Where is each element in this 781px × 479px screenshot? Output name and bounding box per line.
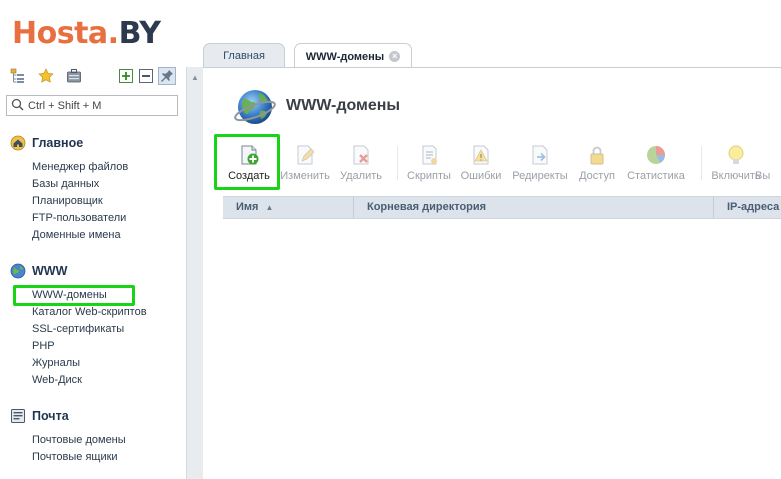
tab-main[interactable]: Главная bbox=[203, 43, 285, 68]
errors-button[interactable]: Ошибки bbox=[449, 140, 513, 182]
tab-www-domains[interactable]: WWW-домены × bbox=[294, 43, 412, 69]
edit-icon bbox=[294, 144, 316, 166]
sidebar-toolbar bbox=[8, 66, 178, 88]
search-icon bbox=[11, 98, 24, 114]
column-name-label: Имя bbox=[236, 201, 259, 213]
star-icon[interactable] bbox=[38, 68, 54, 84]
sort-asc-icon: ▲ bbox=[265, 203, 274, 212]
sidebar-highlight-box bbox=[13, 285, 135, 306]
sidebar: Hosta.BY Главное bbox=[0, 0, 186, 479]
collapse-arrow-icon[interactable]: ▲ bbox=[191, 73, 199, 82]
edit-label: Изменить bbox=[280, 170, 330, 182]
search-input[interactable] bbox=[28, 99, 168, 112]
section-mail-list: Почтовые домены Почтовые ящики bbox=[32, 432, 126, 466]
edit-button[interactable]: Изменить bbox=[273, 140, 337, 182]
create-highlight-box bbox=[214, 134, 280, 190]
globe-icon bbox=[10, 263, 26, 279]
bulb-icon bbox=[725, 144, 747, 166]
column-root-directory-label: Корневая директория bbox=[367, 201, 487, 213]
collapse-icon[interactable] bbox=[138, 68, 154, 84]
section-main: Главное Менеджер файлов Базы данных План… bbox=[10, 134, 128, 244]
search-box[interactable] bbox=[6, 95, 178, 116]
mail-icon bbox=[10, 408, 26, 424]
redirects-button[interactable]: Редиректы bbox=[508, 140, 572, 182]
section-mail: Почта Почтовые домены Почтовые ящики bbox=[10, 407, 126, 466]
sidebar-item-logs[interactable]: Журналы bbox=[32, 355, 147, 372]
tab-main-label: Главная bbox=[223, 50, 265, 62]
disable-button[interactable]: Вы bbox=[755, 140, 781, 182]
expand-icon[interactable] bbox=[118, 68, 134, 84]
section-mail-title: Почта bbox=[32, 409, 69, 423]
tab-www-domains-label: WWW-домены bbox=[305, 50, 385, 63]
disable-label: Вы bbox=[755, 170, 771, 182]
sidebar-item-mailboxes[interactable]: Почтовые ящики bbox=[32, 449, 126, 466]
home-icon bbox=[10, 135, 26, 151]
delete-icon bbox=[350, 144, 372, 166]
toolbar-separator bbox=[701, 146, 702, 180]
page-globe-icon bbox=[233, 84, 277, 128]
section-www: WWW WWW-домены Каталог Web-скриптов SSL-… bbox=[10, 262, 147, 389]
statistics-button[interactable]: Статистика bbox=[624, 140, 688, 182]
section-main-title: Главное bbox=[32, 136, 84, 150]
scripts-icon bbox=[418, 144, 440, 166]
redirects-icon bbox=[529, 144, 551, 166]
errors-icon bbox=[470, 144, 492, 166]
section-mail-header[interactable]: Почта bbox=[10, 407, 126, 425]
column-ip-addresses-label: IP-адреса bbox=[727, 201, 780, 213]
briefcase-icon[interactable] bbox=[66, 68, 82, 84]
delete-button[interactable]: Удалить bbox=[329, 140, 393, 182]
errors-label: Ошибки bbox=[460, 170, 502, 182]
sidebar-item-file-manager[interactable]: Менеджер файлов bbox=[32, 159, 128, 176]
column-ip-addresses[interactable]: IP-адреса bbox=[714, 197, 781, 218]
lock-icon bbox=[586, 144, 608, 166]
tab-strip bbox=[203, 0, 781, 67]
logo-part2: BY bbox=[118, 16, 161, 51]
column-name[interactable]: Имя ▲ bbox=[223, 197, 353, 218]
logo-part1: Hosta. bbox=[12, 16, 119, 51]
sidebar-item-ssl-certificates[interactable]: SSL-сертификаты bbox=[32, 321, 147, 338]
tree-icon[interactable] bbox=[10, 68, 26, 84]
content-area bbox=[204, 68, 781, 479]
redirects-label: Редиректы bbox=[512, 170, 568, 182]
page-title: WWW-домены bbox=[286, 97, 401, 114]
sidebar-item-php[interactable]: PHP bbox=[32, 338, 147, 355]
sidebar-splitter[interactable]: ▲ bbox=[186, 67, 203, 479]
delete-label: Удалить bbox=[340, 170, 382, 182]
logo[interactable]: Hosta.BY bbox=[12, 14, 161, 54]
sidebar-item-ftp-users[interactable]: FTP-пользователи bbox=[32, 210, 128, 227]
section-main-list: Менеджер файлов Базы данных Планировщик … bbox=[32, 159, 128, 244]
access-button[interactable]: Доступ bbox=[565, 140, 629, 182]
pie-chart-icon bbox=[645, 144, 667, 166]
sidebar-item-scheduler[interactable]: Планировщик bbox=[32, 193, 128, 210]
sidebar-item-mail-domains[interactable]: Почтовые домены bbox=[32, 432, 126, 449]
sidebar-item-web-disk[interactable]: Web-Диск bbox=[32, 372, 147, 389]
section-main-header[interactable]: Главное bbox=[10, 134, 128, 152]
pin-icon[interactable] bbox=[158, 67, 176, 85]
statistics-label: Статистика bbox=[627, 170, 685, 182]
sidebar-item-domain-names[interactable]: Доменные имена bbox=[32, 227, 128, 244]
section-www-header[interactable]: WWW bbox=[10, 262, 147, 280]
access-label: Доступ bbox=[579, 170, 615, 182]
section-www-title: WWW bbox=[32, 264, 68, 278]
column-root-directory[interactable]: Корневая директория bbox=[354, 197, 714, 218]
sidebar-item-databases[interactable]: Базы данных bbox=[32, 176, 128, 193]
tab-close-icon[interactable]: × bbox=[389, 51, 401, 62]
sidebar-item-web-scripts-catalog[interactable]: Каталог Web-скриптов bbox=[32, 304, 147, 321]
grid-header: Имя ▲ Корневая директория IP-адреса bbox=[223, 196, 781, 219]
